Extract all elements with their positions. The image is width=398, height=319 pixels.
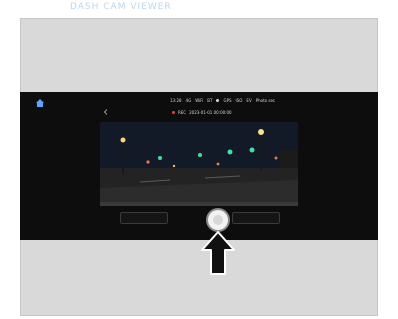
status-wifi: WiFi [195, 98, 204, 103]
status-network: 4G [185, 98, 192, 103]
rec-dot-icon [172, 111, 175, 114]
status-indicator-dot [216, 99, 220, 102]
recording-indicator: REC 2023-01-01 00:00:00 [172, 109, 232, 116]
shutter-button[interactable] [208, 210, 228, 230]
right-control-button[interactable] [232, 212, 280, 224]
header-title: DASH CAM VIEWER [70, 2, 172, 12]
left-control-button[interactable] [120, 212, 168, 224]
page: DASH CAM VIEWER 13:28 4G WiFi BT GPS ISO… [0, 0, 398, 319]
status-bluetooth: BT [207, 98, 213, 103]
status-bar: 13:28 4G WiFi BT GPS ISO EV Photo sec [170, 96, 275, 105]
status-time: 13:28 [170, 98, 182, 103]
rec-timestamp: 2023-01-01 00:00:00 [189, 110, 232, 115]
shutter-button-inner [213, 215, 223, 225]
playback-controls [120, 212, 280, 226]
status-ev: EV [246, 98, 252, 103]
night-street-scene [100, 122, 298, 206]
up-arrow-icon [201, 231, 235, 275]
header-strip: DASH CAM VIEWER [0, 0, 398, 18]
camera-app-screen: 13:28 4G WiFi BT GPS ISO EV Photo sec RE… [20, 92, 378, 240]
back-icon[interactable] [103, 109, 109, 115]
status-photo: Photo sec [255, 98, 276, 103]
rec-label: REC [178, 110, 187, 115]
status-iso: ISO [235, 98, 243, 103]
status-gps: GPS [223, 98, 232, 103]
home-icon[interactable] [36, 99, 44, 107]
video-preview[interactable] [100, 122, 298, 206]
